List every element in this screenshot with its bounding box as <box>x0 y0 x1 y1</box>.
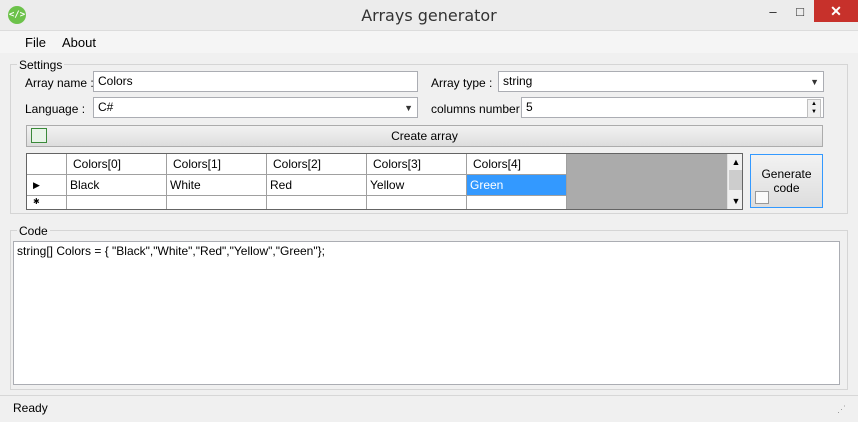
scroll-thumb[interactable] <box>729 170 742 190</box>
grid-column-header[interactable]: Colors[0] <box>67 154 167 175</box>
array-name-label: Array name : <box>25 76 94 90</box>
status-text: Ready <box>13 401 48 415</box>
close-icon: ✕ <box>830 2 842 19</box>
stepper-arrows-icon[interactable]: ▲ ▼ <box>807 99 821 118</box>
resize-grip-icon[interactable]: ⋰ <box>837 404 851 418</box>
array-type-select[interactable]: string ▼ <box>498 71 824 92</box>
scroll-up-icon[interactable]: ▲ <box>728 154 742 170</box>
menu-file[interactable]: File <box>25 35 46 50</box>
scroll-down-icon[interactable]: ▼ <box>728 193 742 209</box>
chevron-down-icon: ▼ <box>810 77 819 87</box>
columns-number-label: columns number : <box>431 102 527 116</box>
grid-cell-selected[interactable]: Green <box>467 175 567 196</box>
settings-group-label: Settings <box>17 58 65 72</box>
minimize-button[interactable]: – <box>760 0 786 22</box>
document-code-icon <box>755 191 769 204</box>
grid-vertical-scrollbar[interactable]: ▲ ▼ <box>727 154 742 209</box>
chevron-down-icon: ▼ <box>404 103 413 113</box>
window-title: Arrays generator <box>361 6 497 25</box>
generate-code-label-line2: code <box>773 181 800 195</box>
array-type-label: Array type : <box>431 76 493 90</box>
status-bar: Ready ⋰ <box>0 395 858 422</box>
table-add-icon <box>31 128 47 143</box>
grid-column-header[interactable]: Colors[1] <box>167 154 267 175</box>
array-name-input[interactable]: Colors <box>93 71 418 92</box>
title-bar: </> Arrays generator – □ ✕ <box>0 0 858 31</box>
grid-cell[interactable]: Black <box>67 175 167 196</box>
maximize-icon: □ <box>796 3 804 19</box>
grid-cell[interactable]: Red <box>267 175 367 196</box>
new-row-indicator-icon: ✱ <box>27 196 67 209</box>
code-output-textarea[interactable]: string[] Colors = { "Black","White","Red… <box>13 241 840 385</box>
code-group-label: Code <box>17 224 50 238</box>
grid-cell[interactable]: Yellow <box>367 175 467 196</box>
array-grid[interactable]: Colors[0] Colors[1] Colors[2] Colors[3] … <box>26 153 743 210</box>
create-array-label: Create array <box>391 129 458 143</box>
grid-new-row-cell[interactable] <box>67 196 167 209</box>
create-array-button[interactable]: Create array <box>26 125 823 147</box>
grid-new-row-cell[interactable] <box>367 196 467 209</box>
grid-cell[interactable]: White <box>167 175 267 196</box>
grid-column-header[interactable]: Colors[4] <box>467 154 567 175</box>
grid-column-header[interactable]: Colors[2] <box>267 154 367 175</box>
close-button[interactable]: ✕ <box>814 0 858 22</box>
language-value: C# <box>98 100 114 114</box>
language-select[interactable]: C# ▼ <box>93 97 418 118</box>
grid-new-row-cell[interactable] <box>167 196 267 209</box>
minimize-icon: – <box>769 3 777 19</box>
grid-new-row-cell[interactable] <box>467 196 567 209</box>
menu-bar: File About <box>0 31 858 53</box>
grid-corner <box>27 154 67 175</box>
grid-column-header[interactable]: Colors[3] <box>367 154 467 175</box>
language-label: Language : <box>25 102 86 116</box>
array-type-value: string <box>503 74 533 88</box>
generate-code-button[interactable]: Generate code <box>750 154 823 208</box>
maximize-button[interactable]: □ <box>787 0 813 22</box>
columns-number-value: 5 <box>526 100 533 114</box>
generate-code-label-line1: Generate <box>761 167 812 181</box>
columns-number-stepper[interactable]: 5 ▲ ▼ <box>521 97 824 118</box>
row-indicator-arrow-icon: ▶ <box>27 175 67 196</box>
grid-new-row-cell[interactable] <box>267 196 367 209</box>
menu-about[interactable]: About <box>62 35 96 50</box>
